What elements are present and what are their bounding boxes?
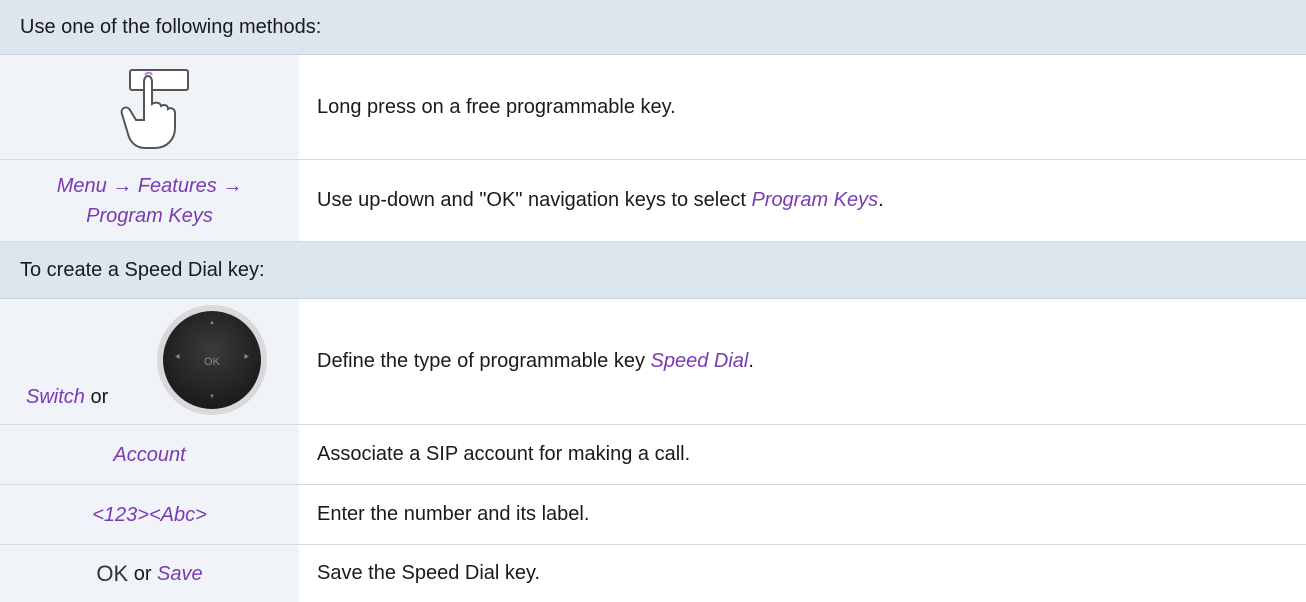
section-header-methods: Use one of the following methods: [0, 0, 1306, 55]
row-description: Long press on a free programmable key. [299, 55, 1306, 159]
number-label-cell: <123><Abc> [0, 485, 299, 544]
hand-press-key-icon [100, 62, 200, 152]
description-period: . [748, 350, 754, 372]
account-cell: Account [0, 425, 299, 484]
left-arrow-icon: ◀ [175, 354, 180, 360]
row-description: Define the type of programmable key Spee… [299, 299, 1306, 424]
switch-nav-cell: Switch or OK ▲ ▼ ◀ ▶ [0, 299, 299, 424]
description-period: . [878, 189, 884, 211]
table-row: Long press on a free programmable key. [0, 55, 1306, 160]
row-description: Associate a SIP account for making a cal… [299, 425, 1306, 484]
table-row: Account Associate a SIP account for maki… [0, 425, 1306, 485]
navigator-icon: OK ▲ ▼ ◀ ▶ [157, 305, 267, 415]
description-text: Define the type of programmable key [317, 350, 651, 372]
ok-key-label: OK [96, 560, 129, 586]
section-header-speed-dial: To create a Speed Dial key: [0, 242, 1306, 299]
speed-dial-keyword: Speed Dial [650, 350, 749, 372]
row-icon-cell [0, 55, 299, 159]
instructions-table: Use one of the following methods: Long p… [0, 0, 1306, 602]
right-arrow-icon: ▶ [244, 354, 249, 360]
description-text: Use up-down and "OK" navigation keys to … [317, 189, 752, 211]
menu-path-cell: Menu → Features → Program Keys [0, 160, 299, 241]
table-row: <123><Abc> Enter the number and its labe… [0, 485, 1306, 545]
switch-keyword: Switch [26, 386, 85, 408]
menu-path-line2: Program Keys [86, 204, 213, 227]
ok-key: OK [204, 356, 220, 368]
menu-path-line1: Menu → Features → [56, 174, 243, 197]
program-keys-keyword: Program Keys [751, 189, 879, 211]
save-keyword: Save [157, 562, 203, 585]
row-description: Save the Speed Dial key. [299, 545, 1306, 602]
down-arrow-icon: ▼ [209, 394, 215, 400]
table-row: Switch or OK ▲ ▼ ◀ ▶ Define the type of … [0, 299, 1306, 425]
or-text: or [84, 386, 109, 408]
switch-or-label: Switch or [26, 382, 108, 412]
up-arrow-icon: ▲ [209, 320, 215, 326]
row-description: Enter the number and its label. [299, 485, 1306, 544]
or-text: or [128, 562, 158, 585]
table-row: OK or Save Save the Speed Dial key. [0, 545, 1306, 602]
ok-save-cell: OK or Save [0, 545, 299, 602]
row-description: Use up-down and "OK" navigation keys to … [299, 160, 1306, 241]
table-row: Menu → Features → Program Keys Use up-do… [0, 160, 1306, 242]
navigator-pad: OK ▲ ▼ ◀ ▶ [163, 311, 261, 409]
